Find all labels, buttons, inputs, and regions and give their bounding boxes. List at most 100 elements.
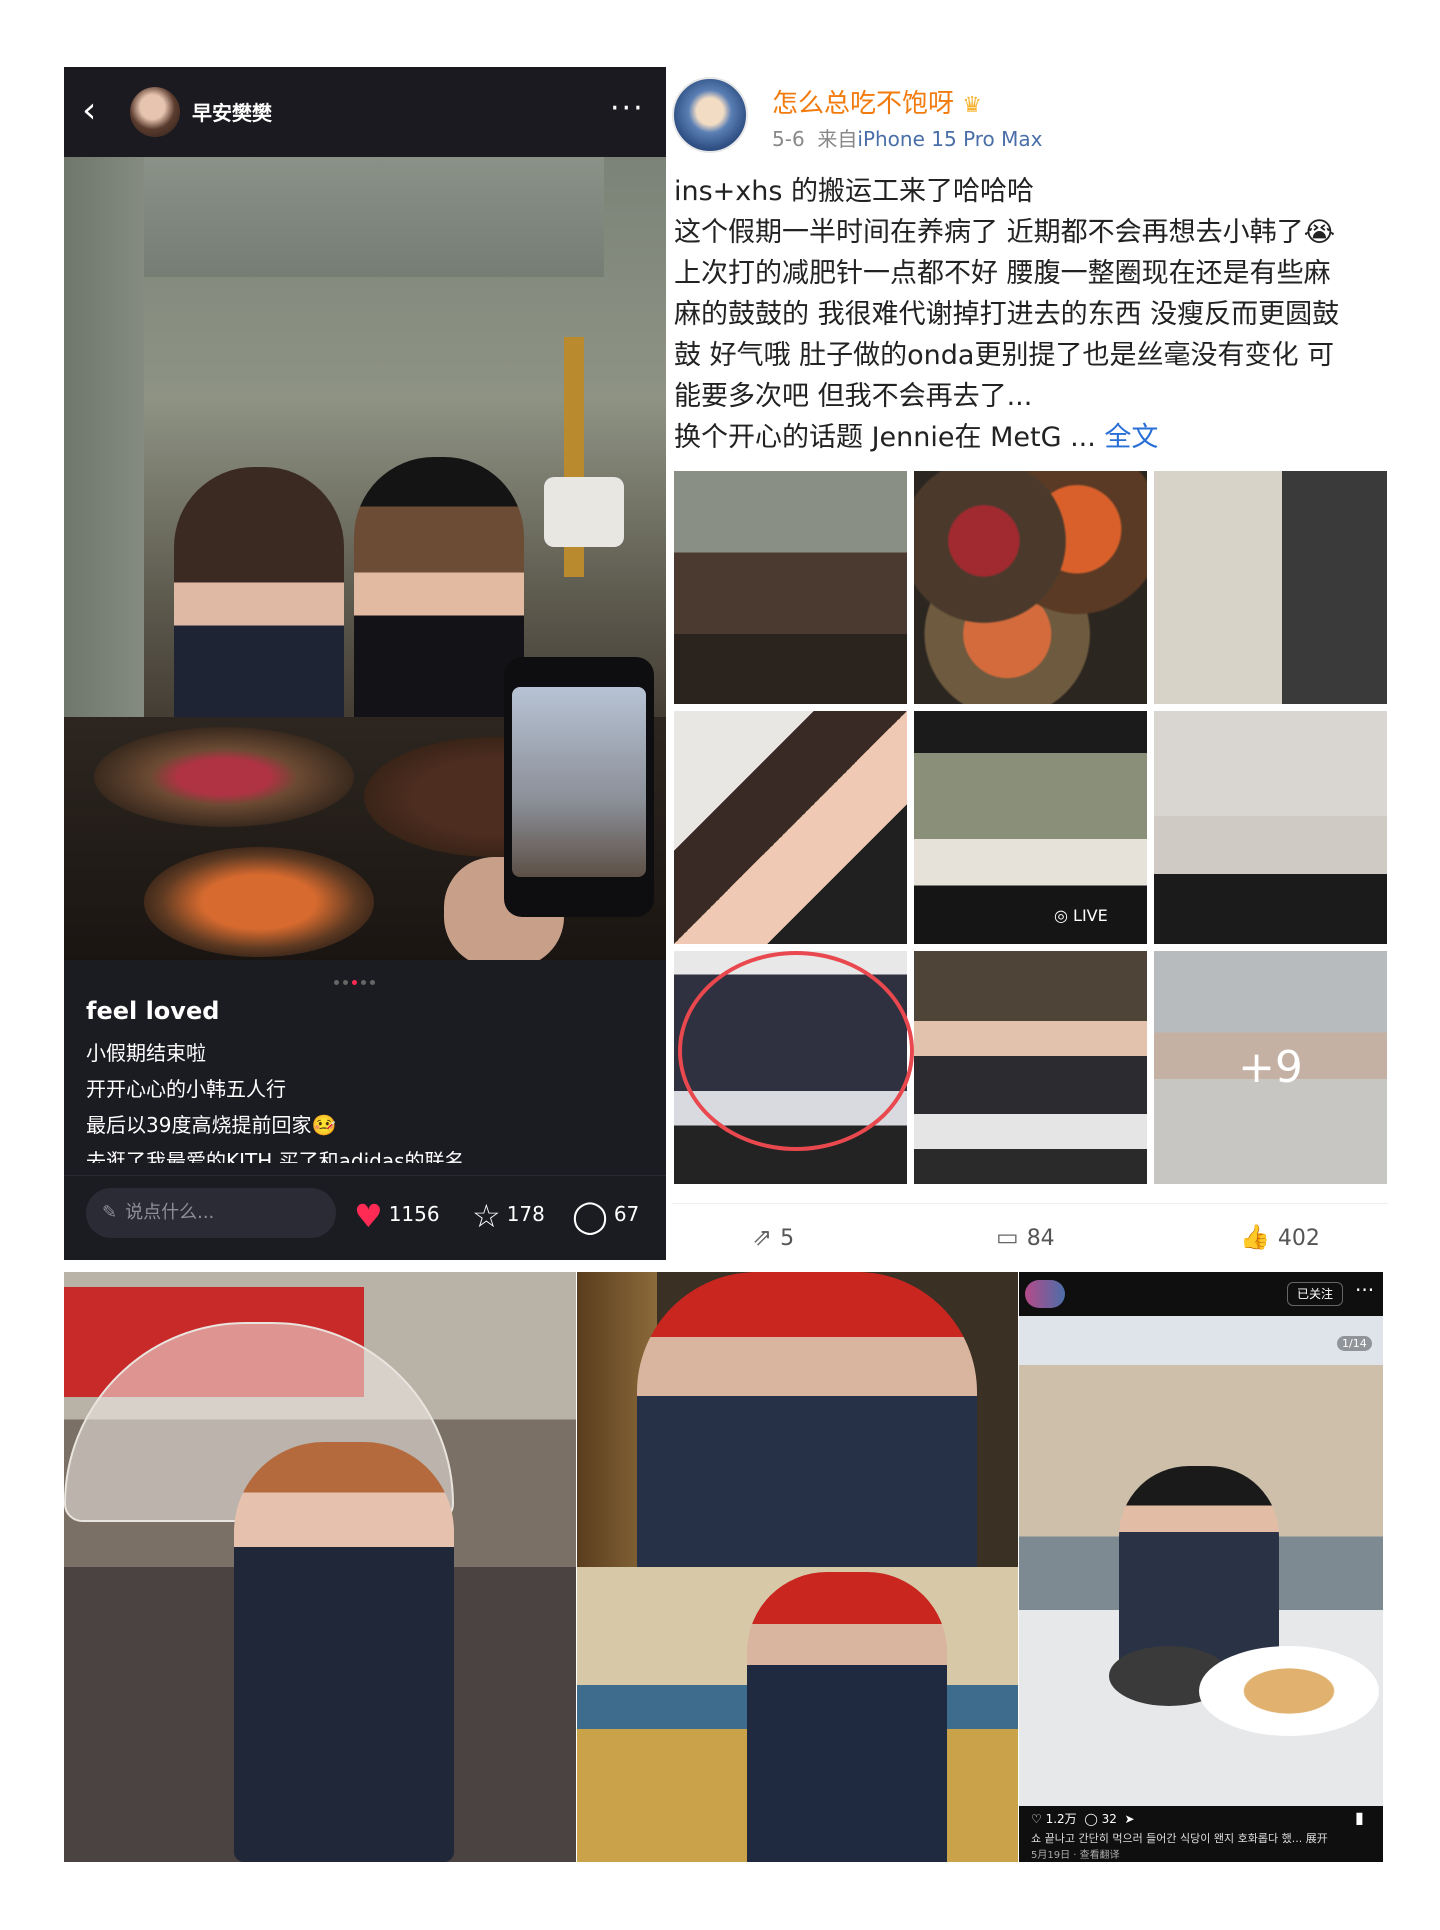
comment-icon: ◯	[572, 1196, 608, 1235]
carousel-dot[interactable]	[334, 980, 339, 985]
ig-date: 5月19日	[1031, 1850, 1071, 1861]
post-meta: 5-6 来自iPhone 15 Pro Max	[772, 123, 1043, 152]
author-nickname[interactable]: 怎么总吃不饱呀 ♛	[772, 83, 982, 120]
red-circle-annotation	[678, 951, 914, 1151]
star-icon: ☆	[472, 1196, 501, 1235]
body-line: 这个假期一半时间在养病了 近期都不会再想去小韩了😭	[674, 217, 1336, 248]
repost-count: 5	[780, 1226, 795, 1251]
heart-icon: ♥	[354, 1196, 383, 1235]
grid-image[interactable]	[914, 951, 1147, 1184]
grid-image[interactable]	[674, 471, 907, 704]
plate	[1199, 1646, 1379, 1736]
like-button[interactable]: ♥ 1156	[354, 1196, 440, 1235]
carousel-dot[interactable]	[343, 980, 348, 985]
image-grid: ◎ LIVE +9	[674, 471, 1387, 1184]
full-text-link[interactable]: 全文	[1104, 422, 1158, 453]
ig-header: 已关注 ···	[1019, 1272, 1383, 1316]
phone-screen	[512, 687, 646, 877]
comment-count: 84	[1026, 1226, 1055, 1251]
comment-count: 67	[613, 1202, 640, 1226]
grid-image[interactable]	[1154, 711, 1387, 944]
comment-icon: ▭	[996, 1223, 1019, 1251]
avatar[interactable]	[672, 77, 748, 153]
pencil-icon: ✎	[102, 1202, 118, 1223]
photo-red-beanie[interactable]	[577, 1272, 1018, 1862]
body-line: ins+xhs 的搬运工来了哈哈哈	[674, 176, 1035, 207]
post-title: feel loved	[86, 997, 220, 1025]
ig-date-row: 5月19日 · 查看翻译	[1031, 1850, 1120, 1861]
live-badge: ◎ LIVE	[1054, 906, 1108, 925]
favorite-button[interactable]: ☆ 178	[472, 1196, 545, 1235]
food-bowl	[144, 847, 374, 957]
more-icon[interactable]: ···	[610, 91, 645, 126]
grid-image[interactable]	[1154, 471, 1387, 704]
post-date: 5-6	[772, 127, 805, 151]
carousel-dot[interactable]	[370, 980, 375, 985]
carousel-dot[interactable]	[361, 980, 366, 985]
back-icon[interactable]: ‹	[82, 91, 118, 131]
person	[637, 1272, 977, 1567]
more-images-count: +9	[1154, 951, 1387, 1184]
source-prefix: 来自	[817, 127, 858, 151]
like-count: 1156	[388, 1202, 440, 1226]
device-name[interactable]: iPhone 15 Pro Max	[857, 127, 1042, 151]
grid-image[interactable]: ◎ LIVE	[914, 711, 1147, 944]
instagram-post: 已关注 ··· 1/14 ♡ 1.2万 ◯ 32 ➤ ▮ 쇼 끝나고 간단히 먹…	[1019, 1272, 1383, 1862]
body-line-text: 换个开心的话题 Jennie在 MetG ...	[674, 422, 1096, 453]
interaction-bar: ✎ 说点什么... ♥ 1156 ☆ 178 ◯ 67	[64, 1175, 666, 1260]
carousel-dots	[334, 970, 394, 985]
post-body: ins+xhs 的搬运工来了哈哈哈 这个假期一半时间在养病了 近期都不会再想去小…	[674, 171, 1390, 458]
body-line-last: 换个开心的话题 Jennie在 MetG ... 全文	[674, 417, 1390, 458]
comment-icon[interactable]: ◯	[1084, 1812, 1101, 1826]
weibo-post: 怎么总吃不饱呀 ♛ 5-6 来自iPhone 15 Pro Max ins+xh…	[672, 67, 1392, 1260]
like-button[interactable]: 👍 402	[1240, 1217, 1320, 1257]
repost-button[interactable]: ⇗ 5	[752, 1217, 794, 1257]
live-icon: ◎	[1054, 906, 1074, 925]
post-description: 小假期结束啦 开开心心的小韩五人行 最后以39度高烧提前回家🤒 去逛了我最爱的K…	[86, 1035, 646, 1163]
post-header: ‹ 早安樊樊 ···	[64, 67, 666, 157]
comment-button[interactable]: ▭ 84	[996, 1217, 1055, 1257]
crown-icon: ♛	[962, 93, 983, 118]
person	[747, 1572, 947, 1862]
photo-umbrella[interactable]	[64, 1272, 576, 1862]
image-counter: 1/14	[1337, 1336, 1372, 1351]
send-icon[interactable]: ➤	[1124, 1812, 1134, 1826]
description-line: 最后以39度高烧提前回家🤒	[86, 1113, 337, 1137]
nickname-text: 怎么总吃不饱呀	[772, 89, 955, 119]
description-line: 开开心心的小韩五人行	[86, 1077, 286, 1101]
ig-stats: ♡ 1.2万 ◯ 32 ➤	[1031, 1810, 1135, 1827]
more-icon[interactable]: ···	[1355, 1278, 1374, 1302]
follow-button[interactable]: 已关注	[1287, 1282, 1343, 1306]
grid-image[interactable]	[674, 711, 907, 944]
share-icon: ⇗	[752, 1223, 773, 1251]
ig-caption[interactable]: 쇼 끝나고 간단히 먹으러 들어간 식당이 왠지 호화롭다 했... 展开	[1031, 1830, 1371, 1846]
food-bowl	[94, 727, 354, 827]
carousel-dot-active[interactable]	[352, 980, 357, 985]
body-line: 麻的鼓鼓的 我很难代谢掉打进去的东西 没瘦反而更圆鼓	[674, 299, 1340, 330]
heart-icon[interactable]: ♡	[1031, 1812, 1046, 1826]
ig-footer: ♡ 1.2万 ◯ 32 ➤ ▮ 쇼 끝나고 간단히 먹으러 들어간 식당이 왠지…	[1019, 1806, 1383, 1862]
person	[234, 1442, 454, 1862]
thumbs-up-icon: 👍	[1240, 1223, 1270, 1251]
comment-button[interactable]: ◯ 67	[572, 1196, 640, 1235]
translate-link[interactable]: 查看翻译	[1080, 1850, 1120, 1861]
avatar[interactable]	[1025, 1280, 1065, 1308]
post-photo[interactable]	[64, 157, 666, 960]
grid-image-more[interactable]: +9	[1154, 951, 1387, 1184]
author-name[interactable]: 早安樊樊	[192, 97, 272, 126]
ig-photo[interactable]	[1019, 1316, 1383, 1806]
live-label: LIVE	[1073, 906, 1108, 925]
xhs-post-panel: ‹ 早安樊樊 ··· feel loved 小假期结束啦 开开心心的小韩五人行 …	[64, 67, 666, 1260]
comment-input[interactable]: ✎ 说点什么...	[86, 1188, 336, 1238]
description-line: 小假期结束啦	[86, 1041, 206, 1065]
description-line: 去逛了我最爱的KITH 买了和adidas的联名	[86, 1149, 465, 1163]
hanging-bag	[544, 477, 624, 547]
grid-image[interactable]	[914, 471, 1147, 704]
like-count: 402	[1277, 1226, 1320, 1251]
divider	[672, 1203, 1388, 1204]
avatar[interactable]	[130, 87, 180, 137]
body-line: 上次打的减肥针一点都不好 腰腹一整圈现在还是有些麻	[674, 258, 1331, 289]
body-line: 鼓 好气哦 肚子做的onda更别提了也是丝毫没有变化 可	[674, 340, 1335, 371]
ig-like-count: 1.2万	[1045, 1812, 1077, 1826]
bookmark-icon[interactable]: ▮	[1355, 1808, 1364, 1827]
